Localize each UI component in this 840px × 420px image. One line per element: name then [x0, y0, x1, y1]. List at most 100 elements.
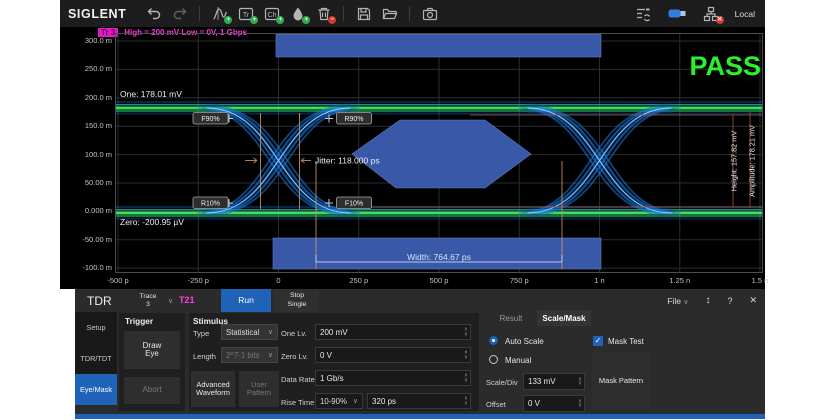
- user-pattern-button[interactable]: User Pattern: [239, 371, 279, 407]
- mask-center-hexagon: [352, 120, 531, 188]
- usb-icon[interactable]: [667, 4, 688, 23]
- y-tick-label: 300.0 m: [66, 36, 112, 45]
- x-tick-label: -250 p: [188, 276, 209, 285]
- tab-eye-mask[interactable]: Eye/Mask: [75, 374, 117, 405]
- draw-eye-button[interactable]: Draw Eye: [124, 331, 180, 369]
- tab-tdr-tdt[interactable]: TDR/TDT: [75, 343, 117, 374]
- add-waveform-icon[interactable]: +: [209, 4, 230, 23]
- data-rate-field[interactable]: 1 Gb/s ∧∨: [315, 370, 471, 386]
- panel-title: TDR: [87, 294, 112, 308]
- trace-name-label: T21: [179, 295, 195, 305]
- redo-icon[interactable]: [169, 4, 190, 23]
- y-tick-label: -50.00 m: [66, 235, 112, 244]
- undo-icon[interactable]: [143, 4, 164, 23]
- tab-result[interactable]: Result: [487, 310, 535, 326]
- mask-top-bar: [276, 34, 601, 57]
- rise-time-label: Rise Time: [281, 398, 314, 407]
- scale-div-label: Scale/Div: [486, 378, 518, 387]
- tab-setup[interactable]: Setup: [75, 312, 117, 343]
- marker-r90: R90%: [344, 116, 363, 123]
- offset-label: Offset: [486, 400, 506, 409]
- trigger-title: Trigger: [125, 316, 153, 326]
- rise-time-mode-dropdown[interactable]: 10-90%∨: [315, 393, 363, 409]
- length-dropdown[interactable]: 2^7-1 bits∨: [221, 347, 278, 363]
- svg-text:Ch: Ch: [267, 12, 276, 19]
- file-menu[interactable]: File ∨: [667, 296, 688, 306]
- toolbar: SIGLENT +Tr+Ch++− ✕ Local: [60, 0, 765, 27]
- y-tick-label: 0.000 m: [66, 206, 112, 215]
- jitter-annotation: Jitter: 118.000 ps: [315, 156, 380, 166]
- data-rate-label: Data Rate: [281, 375, 315, 384]
- close-panel-icon[interactable]: ✕: [749, 295, 757, 306]
- offset-field[interactable]: 0 V ∧∨: [523, 395, 585, 412]
- siglent-logo: SIGLENT: [68, 7, 126, 21]
- x-tick-label: 1.5 n: [752, 276, 769, 285]
- marker-f10: F10%: [345, 200, 363, 207]
- screenshot-icon[interactable]: [419, 4, 440, 23]
- eye-diagram-plot: F90% R90% R10% F10% One: 178.01 mV Zero:…: [115, 33, 765, 273]
- abort-button[interactable]: Abort: [124, 377, 180, 404]
- auto-scale-radio[interactable]: [489, 336, 498, 345]
- width-annotation: Width: 764.67 ps: [407, 252, 471, 262]
- scale-div-stepper[interactable]: ∧∨: [578, 377, 582, 386]
- x-tick-label: 0: [276, 276, 280, 285]
- x-tick-label: 250 p: [349, 276, 368, 285]
- manual-label: Manual: [505, 356, 531, 365]
- rise-time-stepper[interactable]: ∧∨: [464, 397, 468, 406]
- y-tick-label: 250.0 m: [66, 64, 112, 73]
- one-level-label: One Lv.: [281, 329, 307, 338]
- tdr-control-panel: TDR Trace 3 ∨ T21 Run Stop Single File ∨…: [75, 289, 765, 419]
- y-tick-label: 150.0 m: [66, 121, 112, 130]
- type-dropdown[interactable]: Statistical∨: [221, 324, 278, 340]
- help-icon[interactable]: ?: [727, 296, 732, 306]
- add-channel-icon[interactable]: Ch+: [261, 4, 282, 23]
- marker-f90: F90%: [201, 116, 219, 123]
- zero-level-label: Zero Lv.: [281, 352, 308, 361]
- x-tick-label: 1 n: [594, 276, 604, 285]
- local-status-label: Local: [735, 9, 755, 19]
- offset-stepper[interactable]: ∧∨: [578, 399, 582, 408]
- rise-time-field[interactable]: 320 ps ∧∨: [367, 393, 471, 409]
- height-annotation: Height: 157.82 mV: [730, 131, 739, 192]
- tab-scale-mask[interactable]: Scale/Mask: [537, 310, 591, 326]
- x-tick-label: 750 p: [510, 276, 529, 285]
- mask-test-label: Mask Test: [608, 337, 644, 346]
- scale-div-field[interactable]: 133 mV ∧∨: [523, 373, 585, 390]
- open-file-icon[interactable]: [379, 4, 400, 23]
- zero-level-stepper[interactable]: ∧∨: [464, 351, 468, 360]
- mask-pattern-button[interactable]: Mask Pattern: [592, 353, 650, 409]
- resize-panel-icon[interactable]: ↕: [705, 295, 710, 306]
- length-label: Length: [193, 352, 216, 361]
- data-rate-stepper[interactable]: ∧∨: [464, 374, 468, 383]
- stimulus-group: Stimulus Type Statistical∨ One Lv. 200 m…: [189, 313, 479, 411]
- one-level-annotation: One: 178.01 mV: [120, 89, 182, 99]
- amplitude-annotation: Amplitude: 178.21 mV: [748, 125, 757, 197]
- add-trace-icon[interactable]: Tr+: [235, 4, 256, 23]
- y-tick-label: 100.0 m: [66, 150, 112, 159]
- auto-scale-label: Auto Scale: [505, 337, 544, 346]
- run-button[interactable]: Run: [221, 289, 271, 312]
- y-tick-label: 50.00 m: [66, 178, 112, 187]
- trace-selector-chevron-icon[interactable]: ∨: [168, 297, 173, 305]
- trace-selector[interactable]: Trace 3: [131, 290, 165, 311]
- display-settings-icon[interactable]: [633, 4, 654, 23]
- manual-radio[interactable]: [489, 355, 498, 364]
- save-icon[interactable]: [353, 4, 374, 23]
- one-level-field[interactable]: 200 mV ∧∨: [315, 324, 471, 340]
- zero-level-field[interactable]: 0 V ∧∨: [315, 347, 471, 363]
- lan-icon[interactable]: ✕: [701, 4, 722, 23]
- delete-icon[interactable]: −: [313, 4, 334, 23]
- x-tick-label: 1.25 n: [669, 276, 690, 285]
- mask-test-checkbox[interactable]: ✓: [593, 336, 603, 346]
- panel-tab-column: Setup TDR/TDT Eye/Mask: [75, 312, 117, 405]
- stop-single-button[interactable]: Stop Single: [275, 289, 319, 312]
- y-tick-label: 200.0 m: [66, 93, 112, 102]
- pass-result-label: PASS: [689, 51, 761, 81]
- advanced-waveform-button[interactable]: Advanced Waveform: [191, 371, 235, 407]
- eye-diagram-display: Tr 3 High = 200 mV Low = 0V, 1 Gbps 300.…: [60, 27, 765, 289]
- marker-r10: R10%: [201, 200, 220, 207]
- add-marker-icon[interactable]: +: [287, 4, 308, 23]
- trigger-group: Trigger Draw Eye Abort: [119, 313, 185, 411]
- y-tick-label: -100.0 m: [66, 263, 112, 272]
- one-level-stepper[interactable]: ∧∨: [464, 328, 468, 337]
